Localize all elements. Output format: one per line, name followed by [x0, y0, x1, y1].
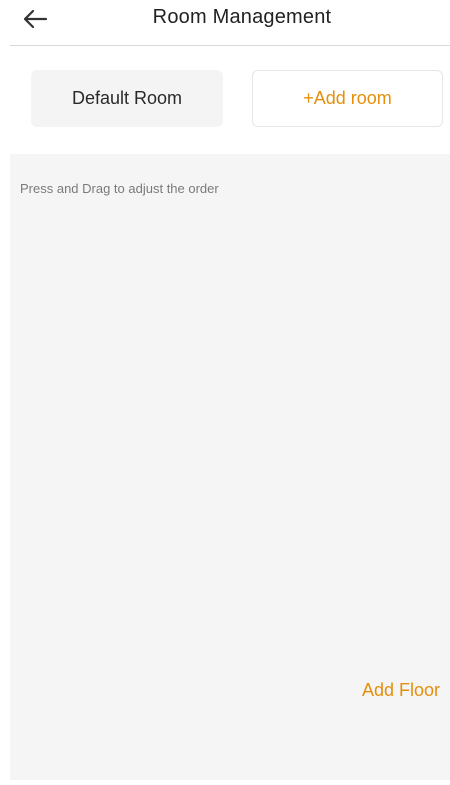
- add-floor-button[interactable]: Add Floor: [362, 680, 440, 701]
- header-divider: [10, 45, 450, 46]
- bottom-strip: [10, 780, 450, 785]
- drag-hint-text: Press and Drag to adjust the order: [20, 181, 219, 196]
- room-management-screen: Room Management Default Room +Add room P…: [0, 0, 450, 785]
- header-bar: Room Management: [0, 0, 450, 46]
- default-room-button[interactable]: Default Room: [31, 70, 223, 127]
- add-room-button[interactable]: +Add room: [252, 70, 443, 127]
- page-title: Room Management: [152, 6, 332, 28]
